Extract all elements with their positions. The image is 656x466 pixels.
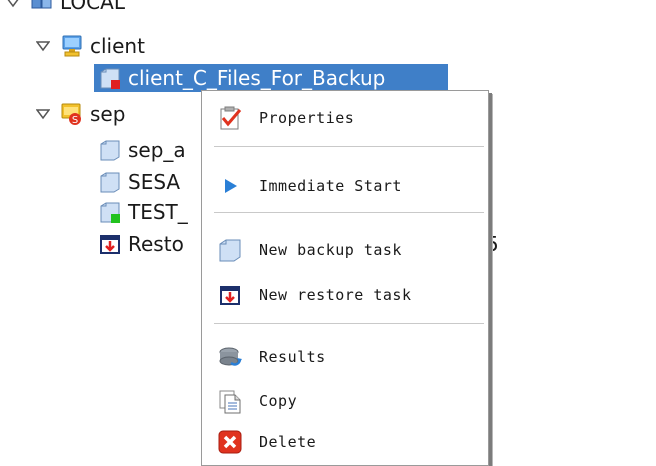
expanded-arrow-icon[interactable] <box>6 0 20 9</box>
tree-node-restore[interactable]: Resto 5 <box>98 230 499 258</box>
menu-item-label: Properties <box>259 109 355 127</box>
restore-task-icon <box>217 282 243 308</box>
delete-icon <box>217 429 243 455</box>
menu-separator <box>214 146 484 148</box>
menu-item-properties[interactable]: Properties <box>202 101 488 135</box>
expanded-arrow-icon[interactable] <box>36 39 50 53</box>
menu-item-new-restore-task[interactable]: New restore task <box>202 278 488 312</box>
tree-node-label: client_C_Files_For_Backup <box>128 66 386 90</box>
client-computer-icon <box>60 34 84 58</box>
tree-node-label: sep <box>90 102 126 126</box>
tree-node-client[interactable]: client <box>36 32 145 60</box>
menu-item-label: New restore task <box>259 286 412 304</box>
checklist-icon <box>217 105 243 131</box>
menu-separator <box>214 212 484 214</box>
tree-node-label: client <box>90 34 145 58</box>
context-menu: Properties Immediate Start New backup ta… <box>201 90 489 466</box>
backup-task-icon <box>98 66 122 90</box>
expanded-arrow-icon[interactable] <box>36 107 50 121</box>
menu-item-label: New backup task <box>259 241 402 259</box>
menu-separator <box>214 323 484 325</box>
menu-item-immediate-start[interactable]: Immediate Start <box>202 169 488 203</box>
server-icon: S <box>60 102 84 126</box>
backup-task-icon <box>98 170 122 194</box>
menu-item-new-backup-task[interactable]: New backup task <box>202 233 488 267</box>
menu-item-label: Copy <box>259 392 298 410</box>
tree-node-label: Resto <box>128 232 184 256</box>
results-icon <box>217 344 243 370</box>
backup-task-success-icon <box>98 200 122 224</box>
restore-task-icon <box>98 232 122 256</box>
backup-task-icon <box>217 237 243 263</box>
menu-item-label: Delete <box>259 433 317 451</box>
tree-node-test[interactable]: TEST_ <box>98 198 188 226</box>
copy-icon <box>217 388 243 414</box>
backup-task-icon <box>98 138 122 162</box>
tree-node-sesa[interactable]: SESA <box>98 168 180 196</box>
svg-text:S: S <box>72 115 78 126</box>
tree-node-local[interactable]: LOCAL <box>6 0 125 16</box>
tree-node-label: SESA <box>128 170 181 194</box>
tree-node-label: LOCAL <box>60 0 125 14</box>
menu-item-label: Results <box>259 348 326 366</box>
menu-item-delete[interactable]: Delete <box>202 425 488 459</box>
tree-node-client-task-selected[interactable]: client_C_Files_For_Backup <box>94 64 448 92</box>
menu-item-copy[interactable]: Copy <box>202 384 488 418</box>
tree-node-label: sep_a <box>128 138 186 162</box>
tree-node-sep-a[interactable]: sep_a <box>98 136 186 164</box>
tree-node-label: TEST_ <box>128 200 188 224</box>
local-network-icon <box>30 0 54 14</box>
play-icon <box>217 173 243 199</box>
menu-item-label: Immediate Start <box>259 177 402 195</box>
menu-item-results[interactable]: Results <box>202 340 488 374</box>
tree-node-sep[interactable]: S sep <box>36 100 125 128</box>
